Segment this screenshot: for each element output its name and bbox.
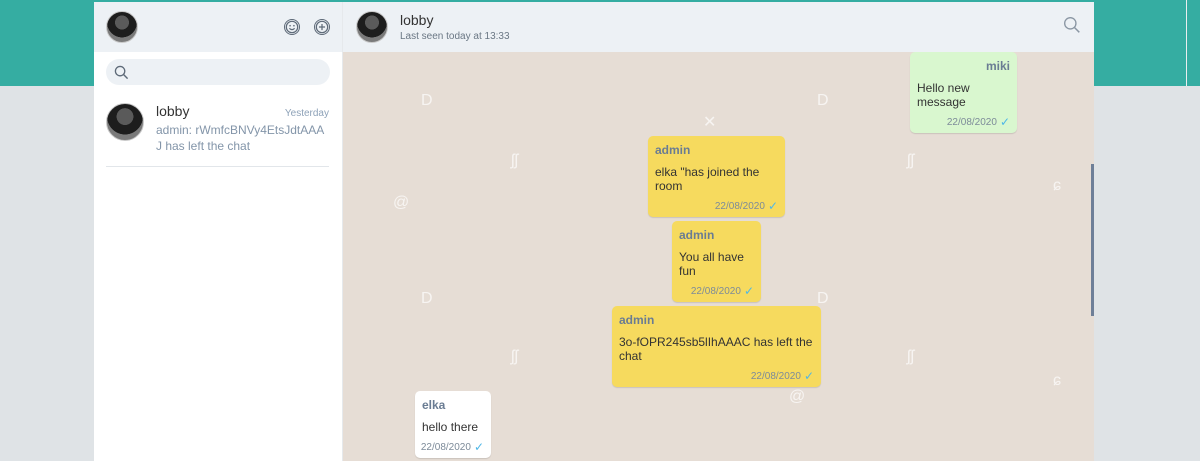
scrollbar[interactable]	[1091, 164, 1094, 316]
conversation-title: lobby	[400, 12, 434, 28]
doodle-icon: ɕ	[1053, 177, 1061, 194]
decorative-line	[1186, 0, 1187, 86]
message-time: 22/08/2020	[420, 441, 471, 453]
message-text: 3o-fOPR245sb5lIhAAAC has left the chat	[619, 335, 813, 363]
doodle-icon: ʃʃ	[907, 152, 915, 169]
search-glyph	[1064, 16, 1080, 33]
conversation-panel: lobby Last seen today at 13:33 D ʃʃ @ ✕ …	[343, 2, 1094, 461]
message-bubble[interactable]: admin elka "has joined the room 22/08/20…	[648, 136, 785, 217]
chat-name: lobby	[156, 103, 190, 119]
check-icon: ✓	[473, 440, 484, 454]
message-text: hello there	[422, 420, 479, 434]
search-box	[106, 59, 330, 85]
chat-app: lobby Yesterday admin: rWmfcBNVy4EtsJdtA…	[94, 2, 1094, 461]
message-author: miki	[985, 59, 1010, 73]
plus-glyph	[315, 20, 329, 34]
message-bubble[interactable]: admin You all have fun 22/08/2020 ✓	[672, 221, 761, 302]
doodle-icon: ʃʃ	[511, 348, 519, 365]
doodle-icon: ʃʃ	[907, 348, 915, 365]
message-bubble[interactable]: admin 3o-fOPR245sb5lIhAAAC has left the …	[612, 306, 821, 387]
message-author: admin	[679, 228, 715, 242]
message-time: 22/08/2020	[946, 116, 997, 128]
message-bubble[interactable]: miki Hello new message 22/08/2020 ✓	[910, 52, 1017, 133]
message-author: elka	[422, 398, 446, 412]
search-input[interactable]	[137, 64, 317, 80]
chat-list-item[interactable]: lobby Yesterday admin: rWmfcBNVy4EtsJdtA…	[106, 91, 329, 167]
message-footer: 22/08/2020 ✓	[619, 369, 814, 383]
message-time: 22/08/2020	[690, 285, 741, 297]
chat-top: lobby Yesterday	[156, 103, 329, 119]
conversation-avatar[interactable]	[356, 11, 388, 43]
sidebar-search-area	[94, 52, 342, 91]
message-time: 22/08/2020	[714, 200, 765, 212]
message-text: Hello new message	[917, 81, 970, 109]
conversation-header: lobby Last seen today at 13:33	[343, 2, 1094, 52]
doodle-icon: D	[421, 290, 433, 307]
doodle-icon: @	[393, 194, 410, 211]
sidebar: lobby Yesterday admin: rWmfcBNVy4EtsJdtA…	[94, 2, 343, 461]
sidebar-actions	[284, 19, 330, 35]
check-icon: ✓	[767, 199, 778, 213]
check-icon: ✓	[743, 284, 754, 298]
message-author: admin	[655, 143, 691, 157]
doodle-icon: ʃʃ	[511, 152, 519, 169]
smiley-icon[interactable]	[284, 19, 300, 35]
search-icon[interactable]	[1063, 16, 1081, 39]
doodle-icon: ɕ	[1053, 372, 1061, 389]
sidebar-header	[94, 2, 342, 52]
message-author: admin	[619, 313, 655, 327]
message-time: 22/08/2020	[750, 370, 801, 382]
message-footer: 22/08/2020 ✓	[655, 199, 778, 213]
message-footer: 22/08/2020 ✓	[420, 440, 484, 454]
doodle-icon: @	[789, 388, 806, 405]
smiley-glyph	[285, 20, 299, 34]
user-avatar[interactable]	[106, 11, 138, 43]
check-icon: ✓	[803, 369, 814, 383]
message-footer: 22/08/2020 ✓	[679, 284, 754, 298]
check-icon: ✓	[999, 115, 1010, 129]
search-icon	[114, 65, 129, 79]
chat-preview: admin: rWmfcBNVy4EtsJdtAAAJ has left the…	[156, 123, 325, 153]
chat-meta: lobby Yesterday admin: rWmfcBNVy4EtsJdtA…	[156, 103, 329, 154]
doodle-icon: ✕	[703, 114, 717, 131]
message-text: elka "has joined the room	[655, 165, 760, 193]
doodle-icon: D	[817, 290, 829, 307]
message-bubble[interactable]: elka hello there 22/08/2020 ✓	[415, 391, 491, 458]
message-footer: 22/08/2020 ✓	[917, 115, 1010, 129]
message-text: You all have fun	[679, 250, 744, 278]
plus-circle-icon[interactable]	[314, 19, 330, 35]
message-list[interactable]: D ʃʃ @ ✕ D ʃʃ D ʃʃ D ʃʃ ɕ ɕ @ miki Hello…	[343, 52, 1094, 461]
doodle-icon: D	[817, 92, 829, 109]
conversation-title-block: lobby Last seen today at 13:33	[400, 12, 510, 42]
doodle-icon: D	[421, 92, 433, 109]
chat-avatar	[106, 103, 144, 141]
chat-time: Yesterday	[284, 108, 329, 119]
last-seen-text: Last seen today at 13:33	[400, 31, 510, 42]
